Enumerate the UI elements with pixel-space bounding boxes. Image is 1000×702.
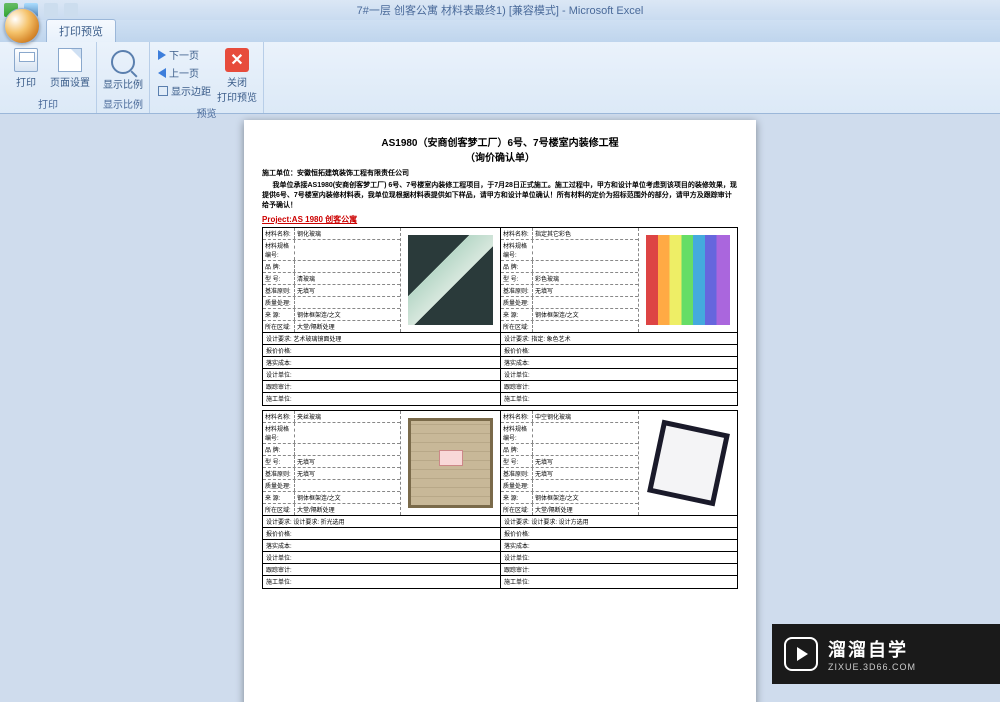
- checkbox-icon: [158, 86, 168, 96]
- group-print: 打印 页面设置 打印: [0, 42, 97, 113]
- material-image: [638, 228, 737, 332]
- redo-icon[interactable]: [64, 3, 78, 17]
- watermark: 溜溜自学 ZIXUE.3D66.COM: [772, 624, 1000, 684]
- spec-table: 材料名称:夹丝玻璃材料规格编号:品 牌:型 号:无填写基准原则:无填写质量处理:…: [263, 411, 400, 515]
- window-title: 7#一层 创客公寓 材料表最终1) [兼容模式] - Microsoft Exc…: [357, 2, 644, 18]
- group-preview: 下一页 上一页 显示边距 ✕ 关闭 打印预览 预览: [150, 42, 264, 113]
- printer-icon: [14, 48, 38, 72]
- preview-workspace[interactable]: AS1980（安商创客梦工厂）6号、7号楼室内装修工程 （询价确认单） 施工单位…: [0, 114, 1000, 702]
- material-block: 材料名称:钢化玻璃材料规格编号:品 牌:型 号:清玻璃基准原则:无填写质量处理:…: [262, 227, 738, 333]
- close-preview-button[interactable]: ✕ 关闭 打印预览: [217, 44, 257, 104]
- doc-title: AS1980（安商创客梦工厂）6号、7号楼室内装修工程: [262, 134, 738, 149]
- material-image: [400, 411, 500, 515]
- group-print-label: 打印: [6, 95, 90, 113]
- group-preview-label: 预览: [156, 104, 257, 122]
- tab-strip: 打印预览: [0, 20, 1000, 42]
- spec-table: 材料名称:中空钢化玻璃材料规格编号:品 牌:型 号:无填写基准原则:无填写质量处…: [501, 411, 638, 515]
- zoom-button[interactable]: 显示比例: [103, 44, 143, 91]
- undo-icon[interactable]: [44, 3, 58, 17]
- page-setup-button[interactable]: 页面设置: [50, 44, 90, 89]
- contractor-line: 施工单位：安徽恒拓建筑装饰工程有限责任公司: [262, 168, 738, 178]
- arrow-right-icon: [158, 50, 166, 60]
- spec-table: 材料名称:指定其它彩色材料规格编号:品 牌:型 号:彩色玻璃基准原则:无填写质量…: [501, 228, 638, 332]
- watermark-sub: ZIXUE.3D66.COM: [828, 662, 916, 672]
- intro-text: 我单位承接AS1980(安商创客梦工厂) 6号、7号楼室内装修工程项目，于7月2…: [262, 180, 738, 210]
- ribbon: 打印 页面设置 打印 显示比例 显示比例 下一页 上一页 显示边距 ✕: [0, 42, 1000, 114]
- material-image: [638, 411, 737, 515]
- play-icon: [784, 637, 818, 671]
- next-page-button[interactable]: 下一页: [156, 46, 213, 63]
- material-block: 材料名称:夹丝玻璃材料规格编号:品 牌:型 号:无填写基准原则:无填写质量处理:…: [262, 410, 738, 516]
- doc-subtitle: （询价确认单）: [262, 149, 738, 164]
- material-image: [400, 228, 500, 332]
- title-bar: 7#一层 创客公寓 材料表最终1) [兼容模式] - Microsoft Exc…: [0, 0, 1000, 20]
- watermark-main: 溜溜自学: [828, 636, 916, 662]
- page-preview: AS1980（安商创客梦工厂）6号、7号楼室内装修工程 （询价确认单） 施工单位…: [244, 120, 756, 702]
- group-zoom-label: 显示比例: [103, 95, 143, 113]
- spec-table: 材料名称:钢化玻璃材料规格编号:品 牌:型 号:清玻璃基准原则:无填写质量处理:…: [263, 228, 400, 332]
- show-margins-checkbox[interactable]: 显示边距: [156, 82, 213, 99]
- page-setup-icon: [58, 48, 82, 72]
- confirm-rows: 设计要求: 设计要求: 折光选用设计要求: 设计要求: 设计方选用报价价格:报价…: [262, 516, 738, 589]
- office-button[interactable]: [4, 8, 40, 44]
- group-zoom: 显示比例 显示比例: [97, 42, 150, 113]
- confirm-rows: 设计要求: 艺术玻璃镜面处理设计要求: 指定: 象色艺术报价价格:报价价格:落实…: [262, 333, 738, 406]
- magnifier-icon: [111, 50, 135, 74]
- project-label: Project:AS 1980 创客公寓: [262, 214, 738, 225]
- prev-page-button[interactable]: 上一页: [156, 64, 213, 81]
- tab-print-preview[interactable]: 打印预览: [46, 19, 116, 42]
- arrow-left-icon: [158, 68, 166, 78]
- print-button[interactable]: 打印: [6, 44, 46, 89]
- close-icon: ✕: [225, 48, 249, 72]
